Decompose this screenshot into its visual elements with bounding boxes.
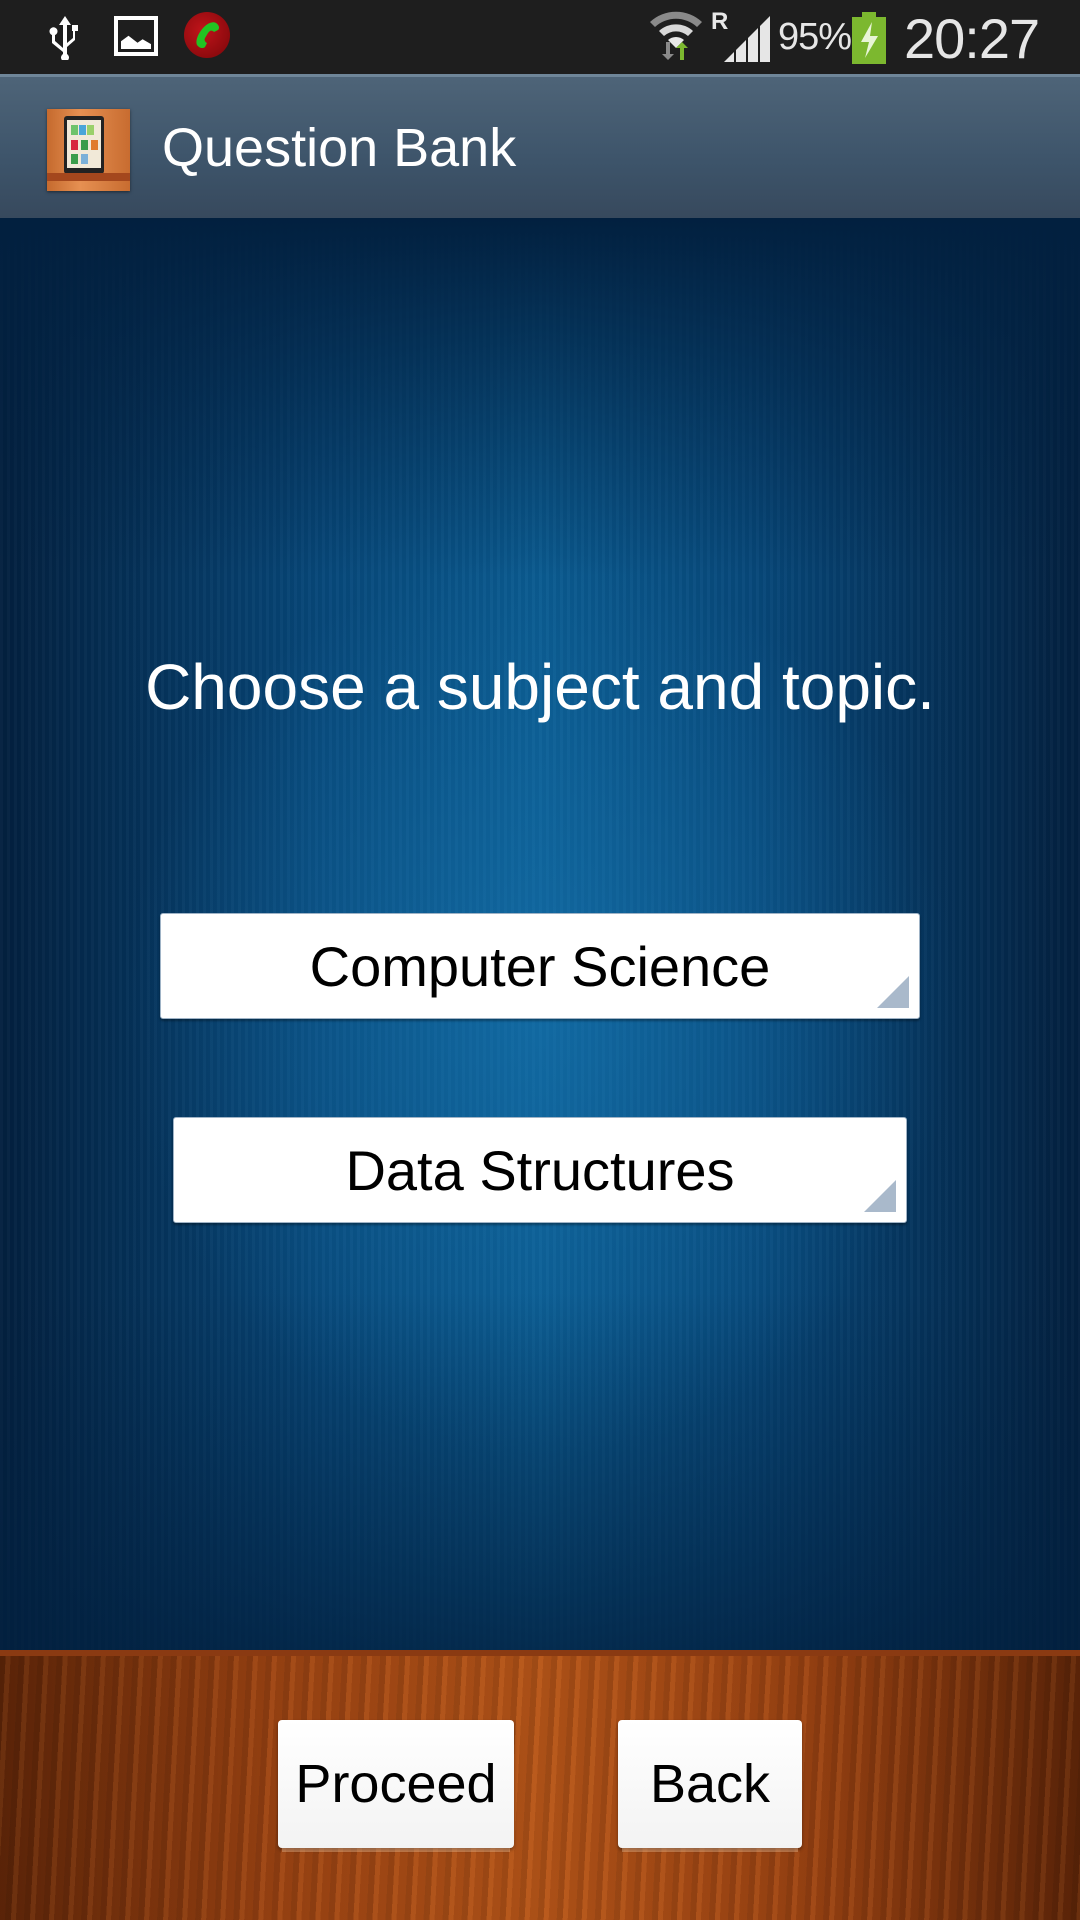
gallery-icon	[114, 16, 158, 56]
status-bar: R 95% 20:27	[0, 0, 1080, 74]
signal-icon	[724, 16, 770, 62]
subject-spinner-value: Computer Science	[309, 934, 771, 998]
back-button[interactable]: Back	[618, 1720, 802, 1848]
topic-spinner-value: Data Structures	[345, 1138, 735, 1202]
screen: R 95% 20:27 Question Bank Choose a subje…	[0, 0, 1080, 1920]
main-content: Choose a subject and topic. Computer Sci…	[0, 218, 1080, 1650]
call-recorder-icon	[184, 12, 230, 58]
usb-icon	[49, 16, 78, 60]
dropdown-corner-icon	[864, 1180, 896, 1212]
bookshelf-tablet-icon[interactable]	[47, 109, 130, 191]
footer-bar	[0, 1650, 1080, 1920]
instruction-heading: Choose a subject and topic.	[145, 651, 935, 723]
clock: 20:27	[904, 7, 1040, 70]
action-bar: Question Bank	[0, 74, 1080, 218]
subject-spinner[interactable]: Computer Science	[160, 913, 920, 1019]
proceed-button[interactable]: Proceed	[278, 1720, 514, 1848]
wifi-icon	[650, 11, 702, 60]
dropdown-corner-icon	[877, 976, 909, 1008]
battery-percent: 95%	[778, 16, 852, 58]
topic-spinner[interactable]: Data Structures	[173, 1117, 907, 1223]
battery-charging-icon	[852, 12, 886, 64]
app-title: Question Bank	[162, 118, 517, 178]
